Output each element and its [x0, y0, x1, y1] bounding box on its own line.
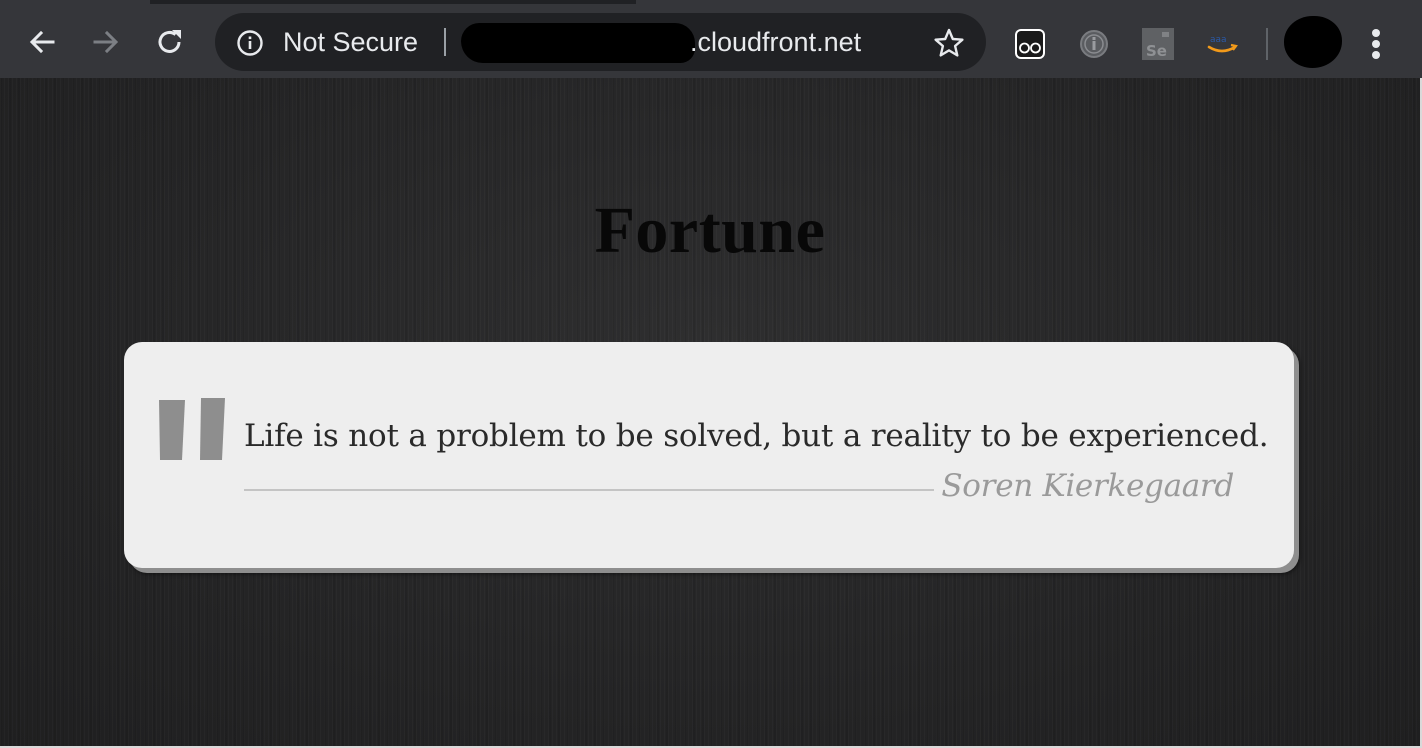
tab-strip-edge [636, 0, 1422, 4]
reload-button[interactable] [150, 22, 190, 62]
selenium-extension[interactable]: Se [1142, 28, 1174, 60]
quote-divider [244, 489, 934, 491]
info-extension[interactable] [1078, 28, 1110, 60]
info-icon[interactable] [236, 29, 264, 57]
svg-text:Se: Se [1146, 42, 1167, 60]
profile-avatar[interactable] [1284, 16, 1342, 68]
quote-author: Soren Kierkegaard [941, 468, 1234, 504]
star-icon[interactable] [933, 27, 965, 59]
url-text[interactable]: .cloudfront.net [690, 27, 861, 58]
menu-dot-icon [1372, 51, 1380, 59]
info-extension-icon [1080, 30, 1108, 58]
extension-divider [1266, 28, 1268, 60]
quotation-mark-icon [159, 398, 225, 460]
browser-menu-button[interactable] [1366, 24, 1386, 64]
page-title: Fortune [594, 194, 826, 267]
arrow-left-icon [29, 30, 55, 54]
address-bar[interactable]: Not Secure .cloudfront.net [215, 13, 986, 71]
tab-strip-edge [0, 0, 150, 4]
tab-suspender-icon [1015, 29, 1045, 59]
amazon-icon: aaa [1207, 35, 1238, 53]
back-button[interactable] [22, 22, 62, 62]
menu-dot-icon [1372, 40, 1380, 48]
tab-suspender-extension[interactable] [1014, 28, 1046, 60]
browser-toolbar: Not Secure .cloudfront.net Se aaa [0, 0, 1422, 78]
forward-button[interactable] [86, 22, 126, 62]
reload-icon [158, 30, 181, 53]
redacted-subdomain [461, 23, 695, 63]
amazon-extension[interactable]: aaa [1206, 28, 1238, 60]
menu-dot-icon [1372, 29, 1380, 37]
quote-text: Life is not a problem to be solved, but … [244, 418, 1269, 454]
page-body: Fortune Life is not a problem to be solv… [0, 78, 1420, 746]
security-status-label[interactable]: Not Secure [283, 27, 418, 58]
arrow-right-icon [93, 30, 119, 54]
address-divider [444, 28, 446, 56]
selenium-icon: Se [1142, 28, 1174, 60]
svg-text:aaa: aaa [1210, 35, 1227, 45]
quote-card: Life is not a problem to be solved, but … [124, 342, 1294, 568]
